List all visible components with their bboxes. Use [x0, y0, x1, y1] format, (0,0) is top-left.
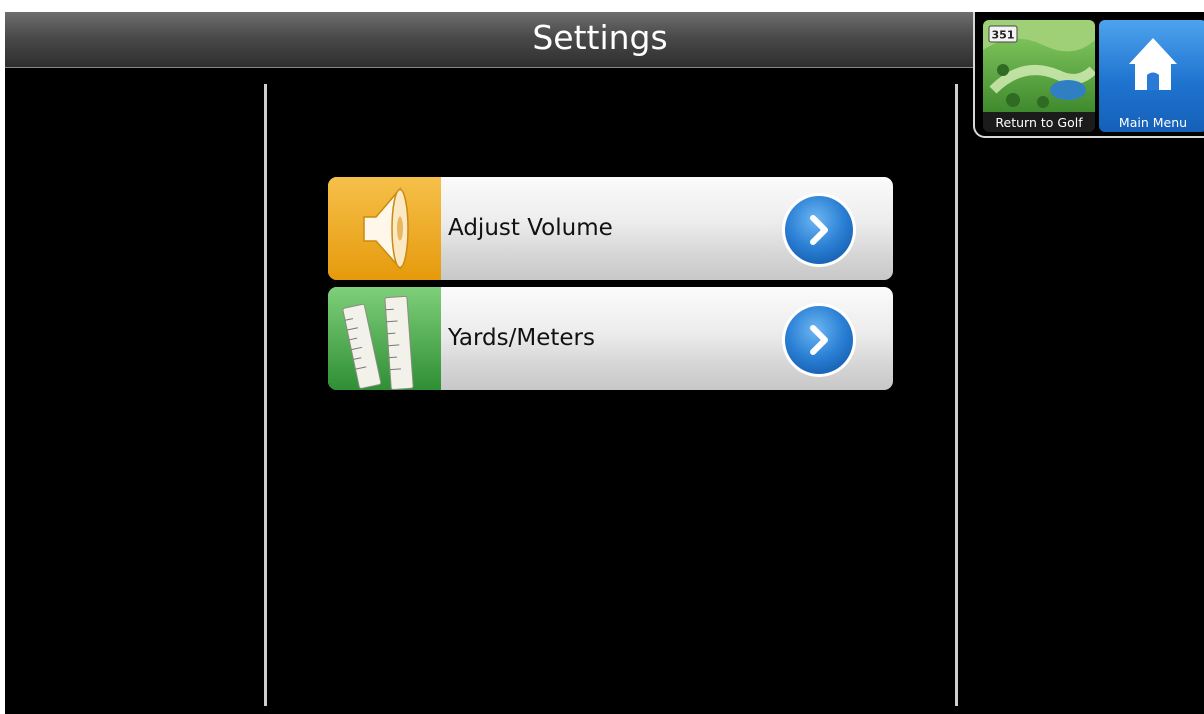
golf-course-icon: 351: [983, 20, 1095, 112]
hole-sign-number: 351: [992, 29, 1015, 42]
adjust-volume-label: Adjust Volume: [448, 215, 613, 241]
ruler-icon: [328, 287, 441, 390]
left-divider: [264, 84, 267, 706]
nav-cluster: 351 Return to Golf Main Menu: [973, 12, 1204, 138]
main-menu-button[interactable]: Main Menu: [1099, 20, 1204, 132]
chevron-right-icon: [782, 303, 856, 377]
main-menu-label: Main Menu: [1118, 115, 1188, 130]
home-icon: [1129, 38, 1177, 90]
settings-screen: Settings 351 Return to Golf Main Menu Ad…: [5, 12, 1204, 714]
yards-meters-label: Yards/Meters: [448, 325, 595, 351]
speaker-icon: [328, 177, 441, 280]
return-to-golf-label: Return to Golf: [995, 115, 1083, 130]
yards-meters-button[interactable]: Yards/Meters: [328, 287, 893, 390]
right-divider: [955, 84, 958, 706]
return-to-golf-button[interactable]: 351 Return to Golf: [983, 20, 1095, 132]
chevron-right-icon: [782, 193, 856, 267]
adjust-volume-button[interactable]: Adjust Volume: [328, 177, 893, 280]
